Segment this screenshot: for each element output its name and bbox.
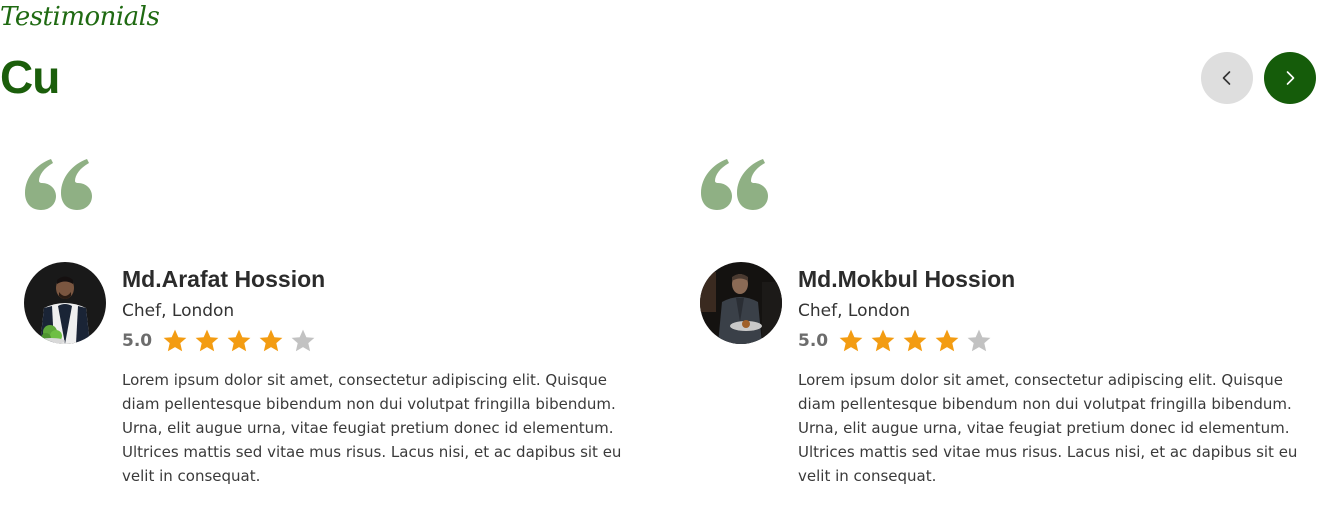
star-filled-icon	[839, 329, 863, 352]
star-filled-icon	[935, 329, 959, 352]
quote-icon	[701, 159, 768, 210]
star-filled-icon	[259, 329, 283, 352]
star-filled-icon	[871, 329, 895, 352]
avatar	[700, 262, 782, 344]
star-filled-icon	[195, 329, 219, 352]
reviewer-role: Chef, London	[122, 301, 235, 321]
star-empty-icon	[967, 329, 991, 352]
chevron-right-icon	[1286, 71, 1295, 85]
star-empty-icon	[291, 329, 315, 352]
testimonial-text: Lorem ipsum dolor sit amet, consectetur …	[122, 371, 622, 485]
testimonial-card: Md.Mokbul Hossion Chef, London 5.0 Lorem…	[700, 150, 1300, 510]
star-filled-icon	[227, 329, 251, 352]
rating: 5.0	[122, 326, 622, 356]
star-filled-icon	[903, 329, 927, 352]
carousel-next-button[interactable]	[1264, 52, 1316, 104]
rating: 5.0	[798, 326, 1298, 356]
testimonial-card: Md.Arafat Hossion Chef, London 5.0 Lorem…	[24, 150, 624, 510]
avatar	[24, 262, 106, 344]
testimonial-text: Lorem ipsum dolor sit amet, consectetur …	[798, 371, 1298, 485]
section-heading: Cu	[0, 51, 60, 103]
rating-value: 5.0	[798, 331, 829, 351]
quote-icon	[25, 159, 92, 210]
carousel-prev-button[interactable]	[1201, 52, 1253, 104]
reviewer-name: Md.Mokbul Hossion	[798, 266, 1016, 292]
chevron-left-icon	[1222, 71, 1231, 85]
reviewer-name: Md.Arafat Hossion	[122, 266, 326, 292]
reviewer-role: Chef, London	[798, 301, 911, 321]
star-filled-icon	[163, 329, 187, 352]
section-eyebrow: Testimonials	[0, 2, 160, 32]
rating-value: 5.0	[122, 331, 153, 351]
